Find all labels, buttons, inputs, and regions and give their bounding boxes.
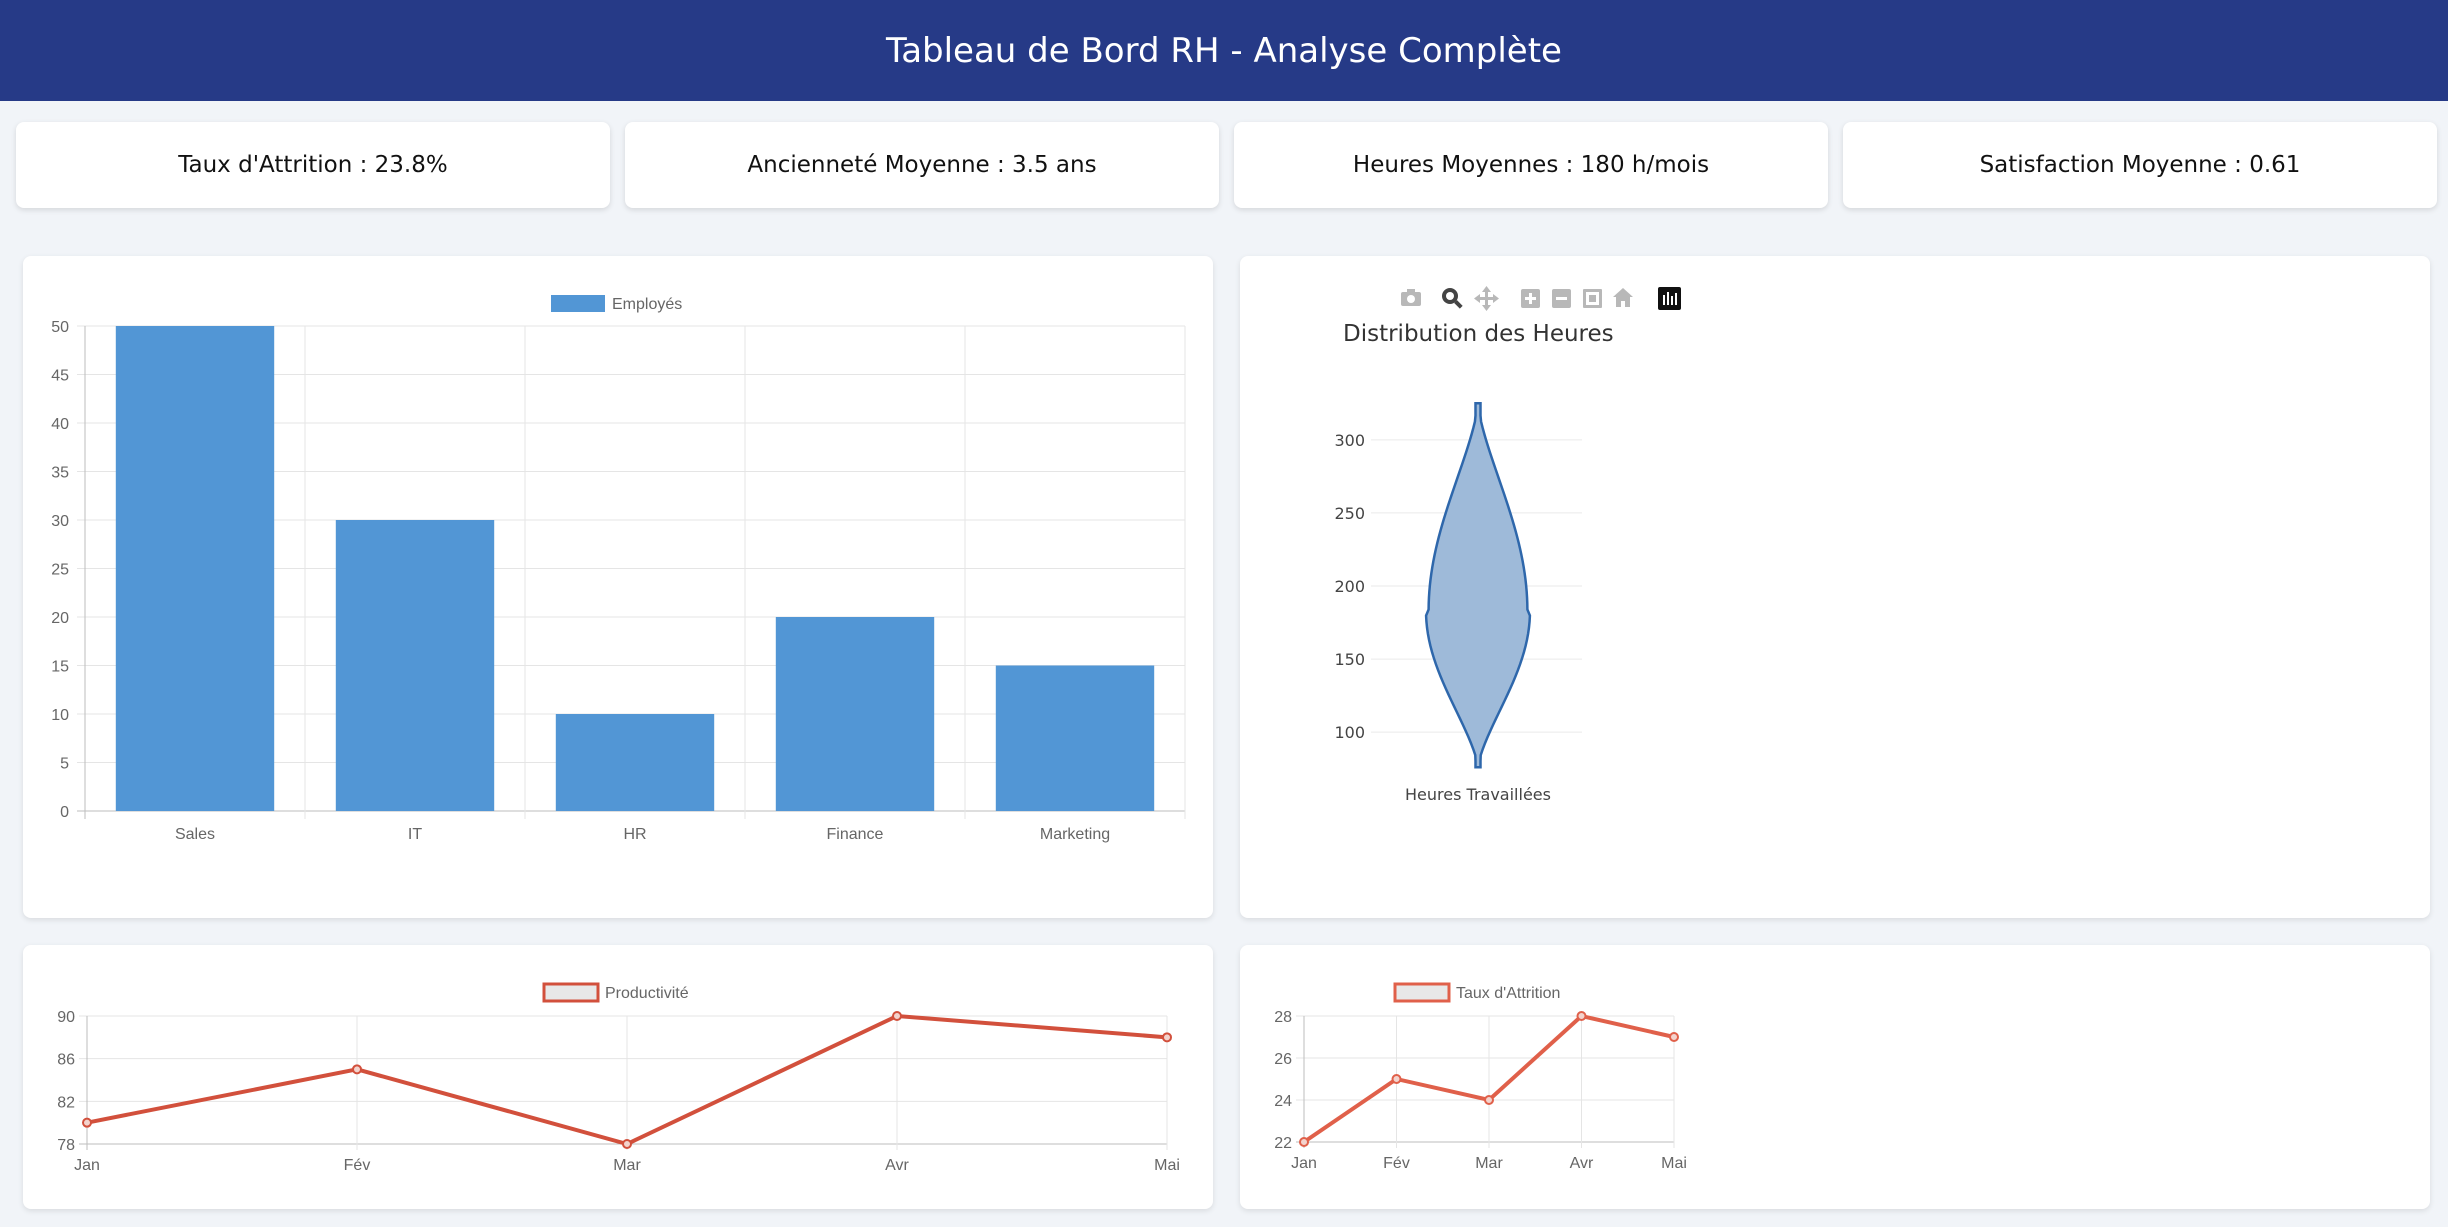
line-x-tick: Mar <box>613 1157 641 1174</box>
zoom-out-icon[interactable] <box>1552 289 1571 308</box>
data-point[interactable] <box>1484 1095 1494 1105</box>
bar-sales[interactable] <box>115 326 275 811</box>
data-point[interactable] <box>622 1139 632 1149</box>
kpi-attrition: Taux d'Attrition : 23.8% <box>178 152 448 178</box>
violin-category-label: Heures Travaillées <box>1405 785 1551 804</box>
home-icon[interactable] <box>1613 288 1633 307</box>
bar-y-tick: 15 <box>51 659 69 676</box>
bar-y-tick: 40 <box>51 416 69 433</box>
bar-finance[interactable] <box>775 617 935 811</box>
attrition-line-chart: 22 24 26 28 Jan Fév Mar Avr Mai Taux d'Attrition <box>1274 982 1687 1172</box>
productivity-chart-card: 78 82 86 90 Jan Fév Mar Avr Mai Productivité <box>23 945 1213 1209</box>
productivity-legend[interactable]: Productivité <box>542 982 689 1003</box>
line-x-tick: Mai <box>1154 1157 1180 1174</box>
violin-y-tick: 250 <box>1334 504 1365 523</box>
kpi-card-hours: Heures Moyennes : 180 h/mois <box>1234 122 1828 208</box>
data-point[interactable] <box>352 1064 362 1075</box>
productivity-line-chart: 78 82 86 90 Jan Fév Mar Avr Mai Productivité <box>57 982 1180 1174</box>
plot-toolbar <box>1401 286 1681 311</box>
legend-label-productivite: Productivité <box>605 985 689 1002</box>
line-y-tick: 24 <box>1274 1093 1292 1110</box>
data-point[interactable] <box>82 1117 92 1128</box>
kpi-satisfaction: Satisfaction Moyenne : 0.61 <box>1979 152 2301 178</box>
plotly-logo-icon[interactable] <box>1658 287 1681 310</box>
line-y-tick: 90 <box>57 1009 75 1026</box>
violin-shape[interactable] <box>1424 402 1532 769</box>
bar-marketing[interactable] <box>995 665 1155 812</box>
line-x-tick: Jan <box>1291 1155 1317 1172</box>
line-x-tick: Jan <box>74 1157 100 1174</box>
line-x-tick: Mar <box>1475 1155 1503 1172</box>
hours-violin-chart: Distribution des Heures 100150200250300 … <box>1334 286 1681 804</box>
line-y-tick: 22 <box>1274 1135 1292 1152</box>
line-y-tick: 26 <box>1274 1051 1292 1068</box>
bar-y-tick: 50 <box>51 319 69 336</box>
legend-swatch-employes <box>551 295 605 312</box>
line-y-tick: 82 <box>57 1094 75 1111</box>
line-x-tick: Fév <box>1383 1155 1410 1172</box>
kpi-card-attrition: Taux d'Attrition : 23.8% <box>16 122 610 208</box>
legend-swatch-attrition <box>1393 982 1451 1003</box>
attrition-legend[interactable]: Taux d'Attrition <box>1393 982 1560 1003</box>
data-point[interactable] <box>1391 1074 1402 1084</box>
bar-y-tick: 35 <box>51 465 69 482</box>
autoscale-icon[interactable] <box>1583 289 1602 308</box>
data-point[interactable] <box>1669 1032 1679 1042</box>
department-chart-card: 0 5 10 15 20 25 30 35 40 45 50 Sales IT HR Finance Mark… <box>23 256 1213 918</box>
bar-x-tick: IT <box>408 826 422 843</box>
bar-legend[interactable]: Employés <box>551 295 682 313</box>
bar-y-tick: 45 <box>51 368 69 385</box>
bar-x-tick: Marketing <box>1040 826 1110 843</box>
violin-y-tick: 100 <box>1334 723 1365 742</box>
data-point[interactable] <box>1162 1032 1172 1043</box>
bar-y-tick: 0 <box>60 804 69 821</box>
line-y-tick: 86 <box>57 1052 75 1069</box>
bar-x-tick: HR <box>623 826 646 843</box>
line-x-tick: Avr <box>1570 1155 1594 1172</box>
bar-y-tick: 30 <box>51 513 69 530</box>
zoom-in-icon[interactable] <box>1521 289 1540 308</box>
line-y-tick: 78 <box>57 1137 75 1154</box>
line-y-tick: 28 <box>1274 1009 1292 1026</box>
department-bar-chart: 0 5 10 15 20 25 30 35 40 45 50 Sales IT HR Finance Mark… <box>51 295 1186 843</box>
legend-swatch-productivite <box>542 982 600 1003</box>
bar-hr[interactable] <box>555 714 715 811</box>
camera-icon[interactable] <box>1401 289 1421 306</box>
violin-y-tick: 300 <box>1334 431 1365 450</box>
bar-y-tick: 5 <box>60 756 69 773</box>
pan-icon[interactable] <box>1474 286 1499 311</box>
line-x-tick: Avr <box>885 1157 909 1174</box>
attrition-chart-card: 22 24 26 28 Jan Fév Mar Avr Mai Taux d'Attrition <box>1240 945 2430 1209</box>
bar-y-tick: 25 <box>51 562 69 579</box>
bar-x-tick: Finance <box>827 826 884 843</box>
data-point[interactable] <box>1299 1137 1309 1147</box>
violin-chart-title: Distribution des Heures <box>1343 321 1614 347</box>
data-point[interactable] <box>892 1011 902 1021</box>
line-x-tick: Fév <box>344 1157 371 1174</box>
hours-chart-card: Distribution des Heures 100 150 200 250 300 … <box>1240 256 2430 918</box>
kpi-card-satisfaction: Satisfaction Moyenne : 0.61 <box>1843 122 2437 208</box>
bar-y-tick: 20 <box>51 610 69 627</box>
violin-y-tick: 200 <box>1334 577 1365 596</box>
violin-y-tick: 150 <box>1334 650 1365 669</box>
zoom-icon[interactable] <box>1442 288 1463 309</box>
line-x-tick: Mai <box>1661 1155 1687 1172</box>
kpi-hours: Heures Moyennes : 180 h/mois <box>1352 152 1710 178</box>
kpi-card-tenure: Ancienneté Moyenne : 3.5 ans <box>625 122 1219 208</box>
page-title: Tableau de Bord RH - Analyse Complète <box>886 30 1562 71</box>
legend-label-employes: Employés <box>612 296 682 313</box>
kpi-tenure: Ancienneté Moyenne : 3.5 ans <box>747 152 1097 178</box>
dashboard-header: Tableau de Bord RH - Analyse Complète <box>0 0 2448 101</box>
bar-x-tick: Sales <box>175 826 215 843</box>
bar-y-tick: 10 <box>51 707 69 724</box>
legend-label-attrition: Taux d'Attrition <box>1456 985 1560 1002</box>
data-point[interactable] <box>1576 1011 1587 1021</box>
bar-it[interactable] <box>335 520 495 811</box>
